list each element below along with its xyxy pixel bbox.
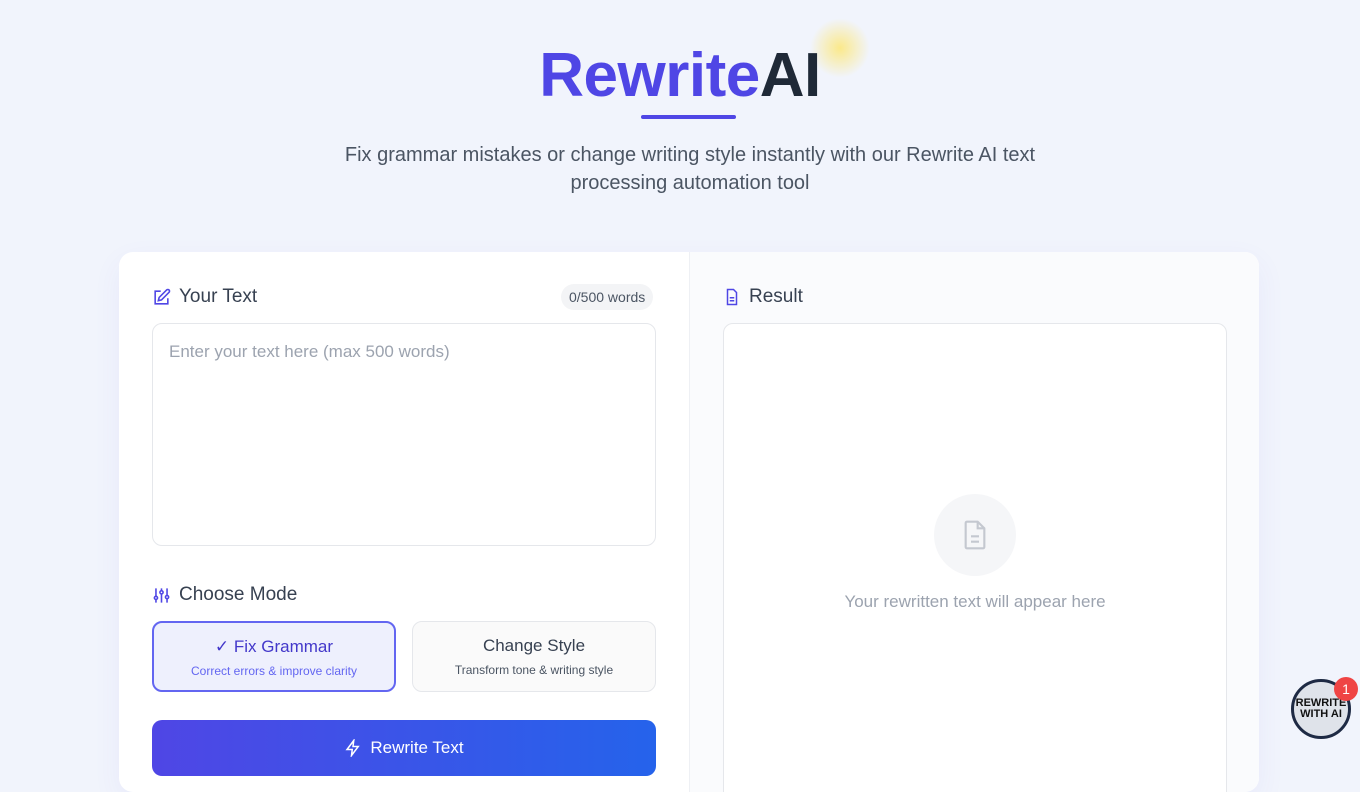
result-placeholder: Your rewritten text will appear here bbox=[844, 592, 1106, 611]
result-panel: Result Your rewritten text will appear h… bbox=[689, 252, 1259, 792]
title-underline bbox=[641, 115, 736, 119]
check-icon: ✓ bbox=[214, 637, 234, 656]
document-placeholder-icon bbox=[934, 494, 1016, 576]
mode-change-style[interactable]: Change Style Transform tone & writing st… bbox=[412, 621, 656, 692]
sliders-icon bbox=[153, 587, 170, 603]
edit-icon bbox=[154, 288, 171, 305]
text-input[interactable] bbox=[152, 323, 656, 546]
lightning-icon bbox=[345, 739, 361, 757]
word-count-badge: 0/500 words bbox=[561, 284, 654, 310]
result-label: Result bbox=[723, 286, 803, 308]
page-title: RewriteAI bbox=[539, 41, 821, 110]
notification-badge: 1 bbox=[1334, 677, 1358, 701]
rewrite-button[interactable]: Rewrite Text bbox=[152, 720, 656, 776]
mode-fix-grammar[interactable]: ✓ Fix Grammar Correct errors & improve c… bbox=[152, 621, 396, 692]
document-icon bbox=[726, 288, 738, 306]
subtitle: Fix grammar mistakes or change writing s… bbox=[344, 144, 1036, 194]
result-output: Your rewritten text will appear here bbox=[723, 323, 1227, 792]
your-text-label: Your Text bbox=[152, 286, 257, 308]
choose-mode-label: Choose Mode bbox=[152, 584, 297, 606]
rewrite-card: Your Text 0/500 words Choose Mode ✓ Fix … bbox=[119, 252, 1259, 792]
